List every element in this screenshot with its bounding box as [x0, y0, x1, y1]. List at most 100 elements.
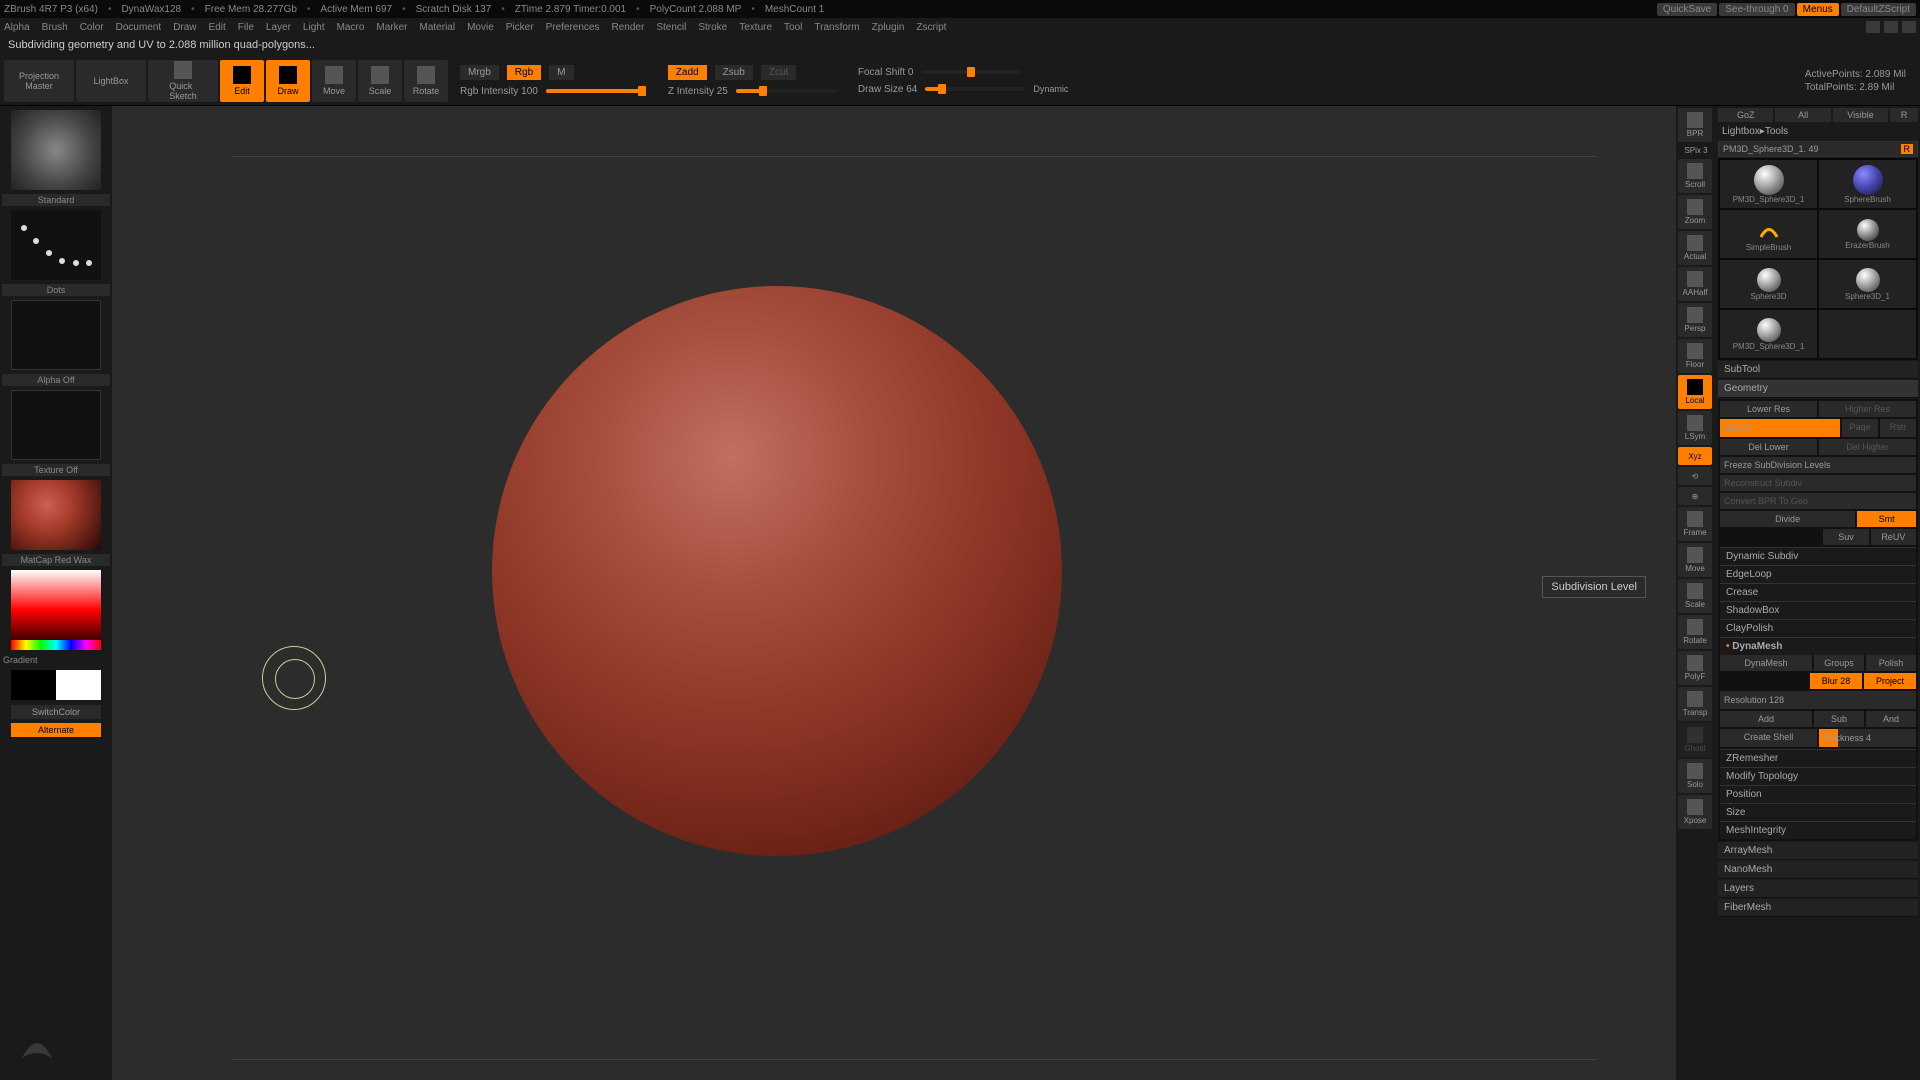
mesh-integrity-section[interactable]: MeshIntegrity: [1720, 821, 1916, 839]
menu-stroke[interactable]: Stroke: [698, 22, 727, 33]
close-icon[interactable]: [1902, 21, 1916, 33]
menu-render[interactable]: Render: [612, 22, 645, 33]
higher-res-button[interactable]: Higher Res: [1819, 401, 1916, 417]
shadowbox-section[interactable]: ShadowBox: [1720, 601, 1916, 619]
zremesher-section[interactable]: ZRemesher: [1720, 749, 1916, 767]
edit-button[interactable]: Edit: [220, 60, 264, 102]
swatch-white[interactable]: [56, 670, 101, 700]
paqe-button[interactable]: Paqe: [1842, 419, 1878, 437]
thickness-slider[interactable]: Thickness 4: [1819, 729, 1916, 747]
menu-material[interactable]: Material: [420, 22, 456, 33]
tool-r-button[interactable]: R: [1901, 144, 1914, 154]
menu-marker[interactable]: Marker: [376, 22, 407, 33]
sub-button[interactable]: Sub: [1814, 711, 1864, 727]
seethrough-slider[interactable]: See-through 0: [1719, 3, 1794, 16]
goz-tab[interactable]: GoZ: [1718, 108, 1773, 122]
groups-button[interactable]: Groups: [1814, 655, 1864, 671]
texture-preview[interactable]: [11, 390, 101, 460]
sdiv-slider[interactable]: SDiv 8: [1720, 419, 1840, 437]
frame-rotate-button[interactable]: ⟲: [1678, 467, 1712, 485]
resolution-slider[interactable]: Resolution 128: [1720, 691, 1916, 709]
smt-button[interactable]: Smt: [1857, 511, 1916, 527]
quicksave-button[interactable]: QuickSave: [1657, 3, 1717, 16]
frame-zoom-button[interactable]: ⊕: [1678, 487, 1712, 505]
zsub-button[interactable]: Zsub: [715, 65, 753, 80]
mrgb-button[interactable]: Mrgb: [460, 65, 499, 80]
arraymesh-section[interactable]: ArrayMesh: [1718, 842, 1918, 860]
suv-button[interactable]: Suv: [1823, 529, 1868, 545]
fibermesh-section[interactable]: FiberMesh: [1718, 899, 1918, 917]
menu-alpha[interactable]: Alpha: [4, 22, 30, 33]
switch-color-button[interactable]: SwitchColor: [11, 705, 101, 719]
hue-strip[interactable]: [11, 640, 101, 650]
tool-simplebrush[interactable]: SimpleBrush: [1720, 210, 1817, 258]
freeze-subdiv-button[interactable]: Freeze SubDivision Levels: [1720, 457, 1916, 473]
strip-move-button[interactable]: Move: [1678, 543, 1712, 577]
and-button[interactable]: And: [1866, 711, 1916, 727]
add-button[interactable]: Add: [1720, 711, 1812, 727]
gradient-label[interactable]: Gradient: [2, 654, 110, 666]
draw-size-slider[interactable]: [925, 87, 1025, 91]
all-tab[interactable]: All: [1775, 108, 1830, 122]
swatch-black[interactable]: [11, 670, 56, 700]
create-shell-button[interactable]: Create Shell: [1720, 729, 1817, 747]
crease-section[interactable]: Crease: [1720, 583, 1916, 601]
tool-pm3d-sphere-2[interactable]: PM3D_Sphere3D_1: [1720, 310, 1817, 358]
xyz-button[interactable]: Xyz: [1678, 447, 1712, 465]
xpose-button[interactable]: Xpose: [1678, 795, 1712, 829]
strip-rotate-button[interactable]: Rotate: [1678, 615, 1712, 649]
tool-sphere3d-1[interactable]: Sphere3D_1: [1819, 260, 1916, 308]
lower-res-button[interactable]: Lower Res: [1720, 401, 1817, 417]
frame-button[interactable]: Frame: [1678, 507, 1712, 541]
menu-macro[interactable]: Macro: [337, 22, 365, 33]
menu-layer[interactable]: Layer: [266, 22, 291, 33]
tool-pm3d-sphere[interactable]: PM3D_Sphere3D_1: [1720, 160, 1817, 208]
projection-master-button[interactable]: Projection Master: [4, 60, 74, 102]
divide-button[interactable]: Divide: [1720, 511, 1855, 527]
menu-color[interactable]: Color: [80, 22, 104, 33]
menu-texture[interactable]: Texture: [739, 22, 772, 33]
persp-button[interactable]: Persp: [1678, 303, 1712, 337]
r-tab[interactable]: R: [1890, 108, 1918, 122]
menu-transform[interactable]: Transform: [814, 22, 859, 33]
quicksketch-button[interactable]: Quick Sketch: [148, 60, 218, 102]
bpr-button[interactable]: BPR: [1678, 108, 1712, 142]
reconstruct-button[interactable]: Reconstruct Subdiv: [1720, 475, 1916, 491]
tool-erazerbrush[interactable]: ErazerBrush: [1819, 210, 1916, 258]
position-section[interactable]: Position: [1720, 785, 1916, 803]
canvas[interactable]: Subdivision Level: [112, 106, 1676, 1080]
menu-movie[interactable]: Movie: [467, 22, 494, 33]
maximize-icon[interactable]: [1884, 21, 1898, 33]
visible-tab[interactable]: Visible: [1833, 108, 1888, 122]
rstr-button[interactable]: Rstr: [1880, 419, 1916, 437]
alternate-button[interactable]: Alternate: [11, 723, 101, 737]
size-section[interactable]: Size: [1720, 803, 1916, 821]
claypolish-section[interactable]: ClayPolish: [1720, 619, 1916, 637]
zoom-button[interactable]: Zoom: [1678, 195, 1712, 229]
stroke-preview[interactable]: [11, 210, 101, 280]
zcut-button[interactable]: Zcut: [761, 65, 796, 80]
menu-stencil[interactable]: Stencil: [656, 22, 686, 33]
menu-zscript[interactable]: Zscript: [916, 22, 946, 33]
subtool-section[interactable]: SubTool: [1718, 361, 1918, 379]
edgeloop-section[interactable]: EdgeLoop: [1720, 565, 1916, 583]
menus-button[interactable]: Menus: [1797, 3, 1839, 16]
z-intensity-slider[interactable]: [736, 89, 836, 93]
alpha-preview[interactable]: [11, 300, 101, 370]
project-button[interactable]: Project: [1864, 673, 1916, 689]
rotate-button[interactable]: Rotate: [404, 60, 448, 102]
aahalf-button[interactable]: AAHalf: [1678, 267, 1712, 301]
draw-button[interactable]: Draw: [266, 60, 310, 102]
minimize-icon[interactable]: [1866, 21, 1880, 33]
menu-brush[interactable]: Brush: [42, 22, 68, 33]
solo-button[interactable]: Solo: [1678, 759, 1712, 793]
menu-file[interactable]: File: [238, 22, 254, 33]
menu-edit[interactable]: Edit: [209, 22, 226, 33]
menu-preferences[interactable]: Preferences: [546, 22, 600, 33]
menu-light[interactable]: Light: [303, 22, 325, 33]
default-script[interactable]: DefaultZScript: [1841, 3, 1916, 16]
zadd-button[interactable]: Zadd: [668, 65, 707, 80]
menu-zplugin[interactable]: Zplugin: [872, 22, 905, 33]
focal-shift-slider[interactable]: [921, 70, 1021, 74]
local-button[interactable]: Local: [1678, 375, 1712, 409]
